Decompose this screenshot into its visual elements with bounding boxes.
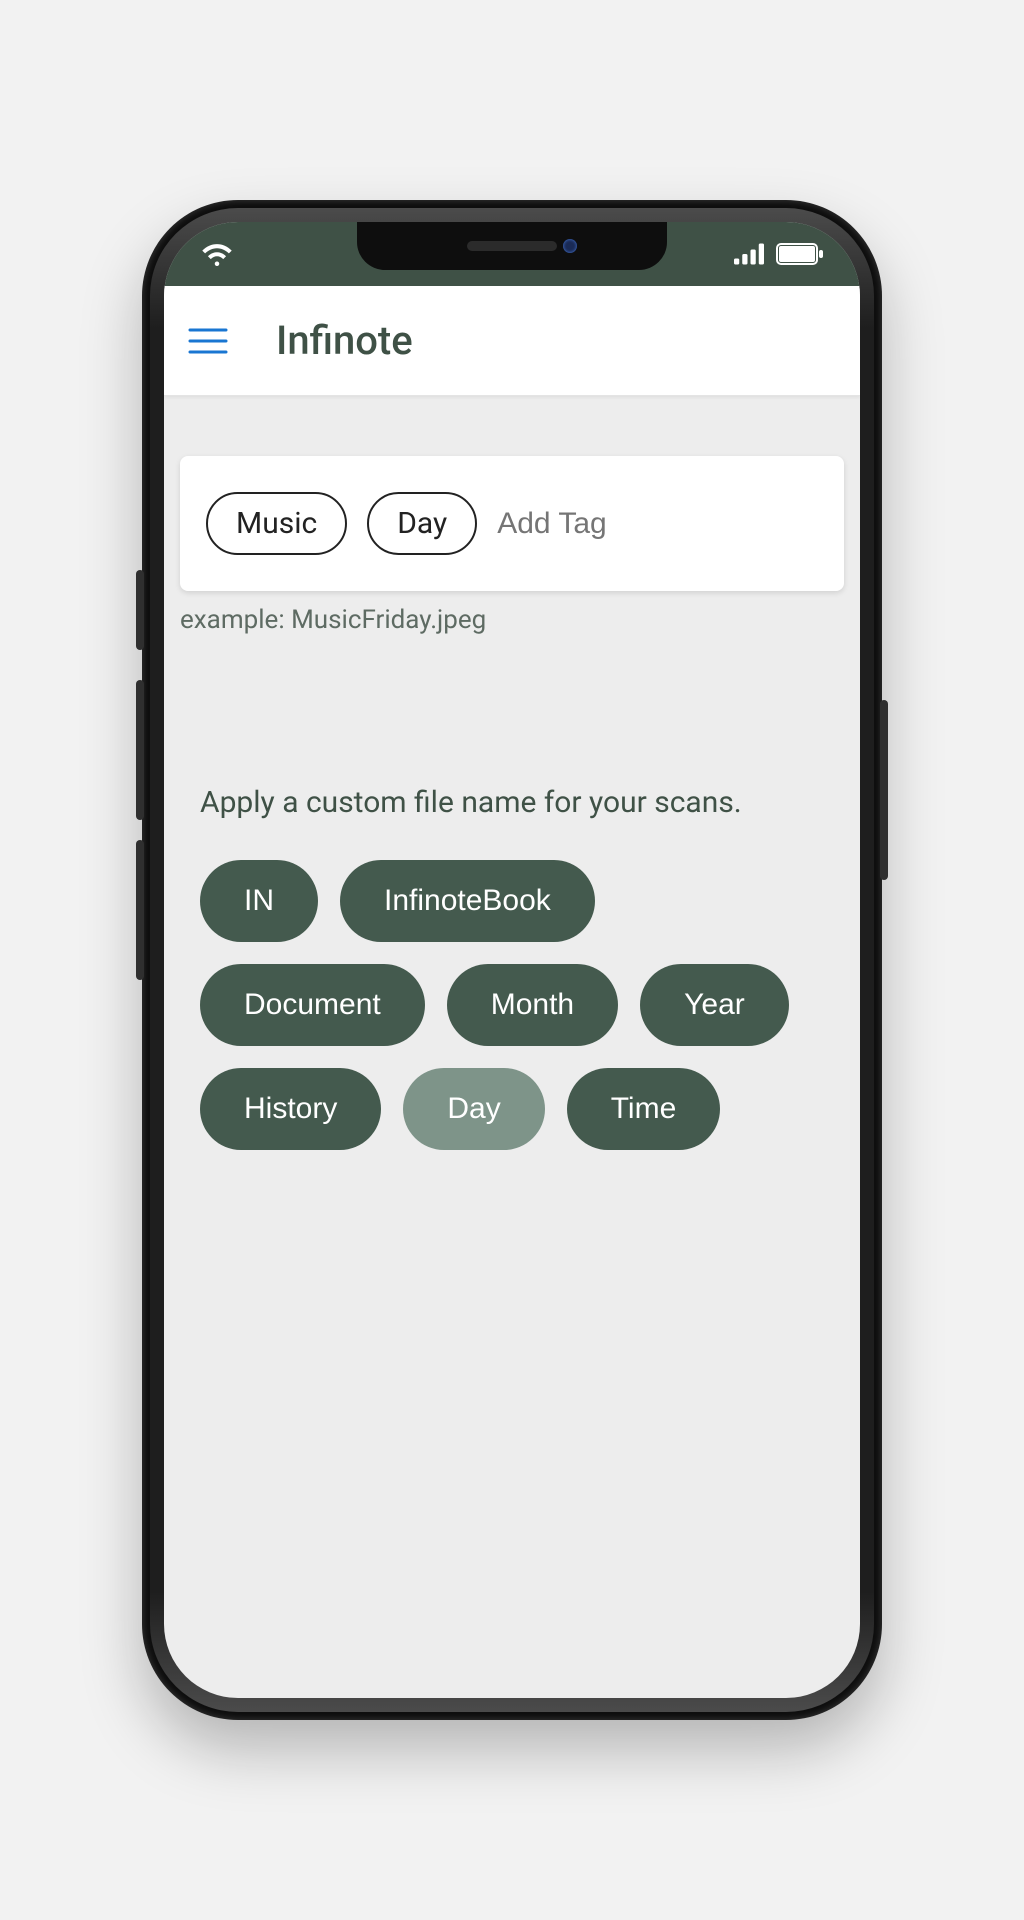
- option-chip-month[interactable]: Month: [447, 964, 618, 1046]
- phone-frame: Infinote Music Day example: MusicFriday.…: [142, 200, 882, 1720]
- wifi-icon: [200, 241, 234, 267]
- option-chip-history[interactable]: History: [200, 1068, 381, 1150]
- hamburger-menu-icon: [188, 326, 228, 356]
- phone-side-button: [136, 680, 144, 820]
- tag-chip[interactable]: Music: [206, 492, 347, 555]
- add-tag-input[interactable]: [497, 507, 818, 541]
- cellular-signal-icon: [734, 243, 764, 265]
- phone-screen: Infinote Music Day example: MusicFriday.…: [164, 222, 860, 1698]
- option-chip-in[interactable]: IN: [200, 860, 318, 942]
- phone-side-button: [136, 570, 144, 650]
- battery-icon: [776, 243, 824, 265]
- filename-tag-options: IN InfinoteBook Document Month Year Hist…: [200, 860, 824, 1150]
- option-chip-document[interactable]: Document: [200, 964, 425, 1046]
- option-chip-day[interactable]: Day: [403, 1068, 544, 1150]
- tag-input-card: Music Day: [180, 456, 844, 591]
- tag-chip[interactable]: Day: [367, 492, 477, 555]
- option-chip-infinotebook[interactable]: InfinoteBook: [340, 860, 595, 942]
- menu-button[interactable]: [186, 319, 230, 363]
- app-header: Infinote: [164, 286, 860, 396]
- option-chip-year[interactable]: Year: [640, 964, 789, 1046]
- option-chip-time[interactable]: Time: [567, 1068, 721, 1150]
- phone-notch: [357, 222, 667, 270]
- phone-side-button: [880, 700, 888, 880]
- phone-side-button: [136, 840, 144, 980]
- app-title: Infinote: [276, 317, 413, 364]
- phone-front-camera: [563, 239, 577, 253]
- phone-speaker: [467, 241, 557, 251]
- example-filename-label: example: MusicFriday.jpeg: [180, 605, 844, 635]
- instruction-text: Apply a custom file name for your scans.: [200, 785, 824, 820]
